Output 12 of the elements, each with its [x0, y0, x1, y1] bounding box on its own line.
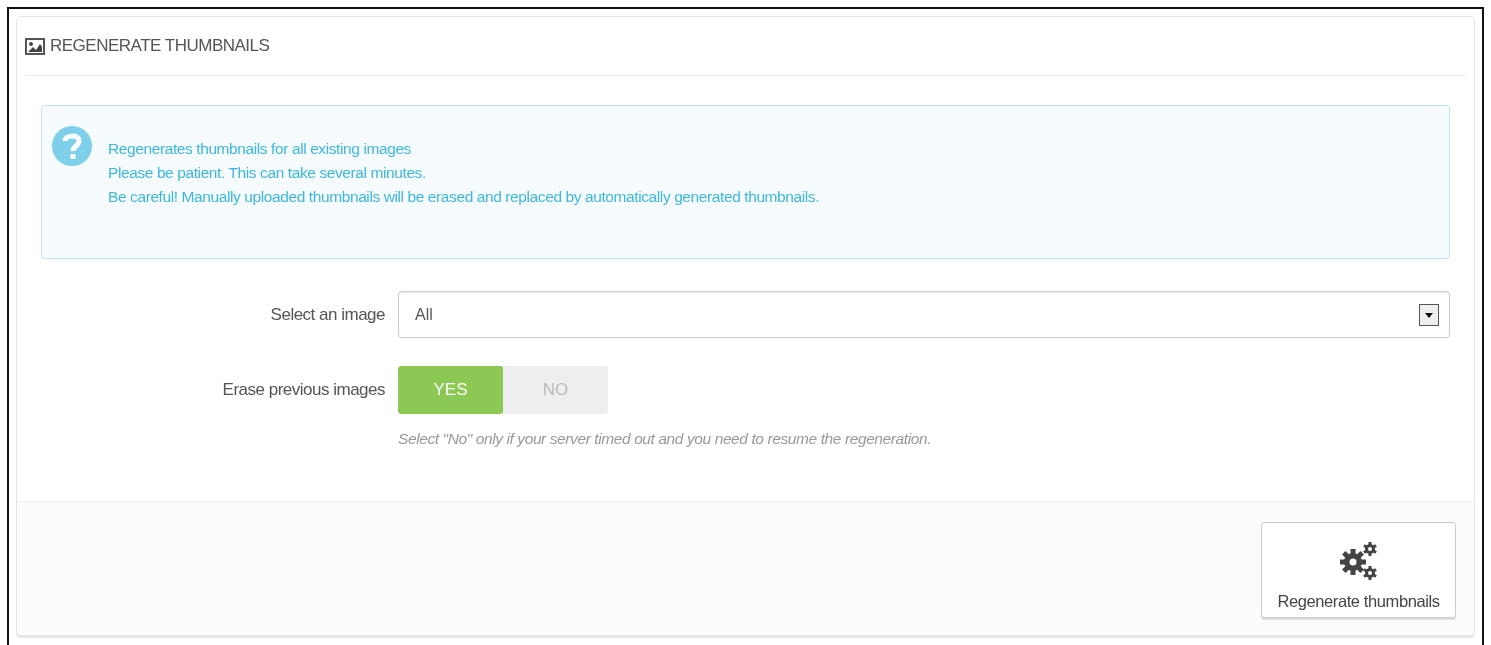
image-select[interactable]: All: [398, 291, 1450, 338]
field-label: Erase previous images: [221, 380, 386, 400]
info-text: Please be patient. This can take several minutes.: [108, 163, 427, 183]
image-icon: [25, 37, 45, 55]
field-label: Select an image: [269, 304, 386, 325]
question-icon: [52, 126, 92, 166]
info-text: Be careful! Manually uploaded thumbnails will be erased and replaced by automatically generated thumbnails.: [108, 187, 820, 207]
panel-title: REGENERATE THUMBNAILS: [50, 36, 270, 56]
help-text: Select "No" only if your server timed out and you need to resume the regeneration.: [398, 430, 933, 448]
regenerate-button[interactable]: Regenerate thumbnails: [1261, 522, 1456, 618]
info-text: Regenerates thumbnails for all existing images: [108, 139, 412, 159]
gears-icon: [1338, 540, 1379, 582]
